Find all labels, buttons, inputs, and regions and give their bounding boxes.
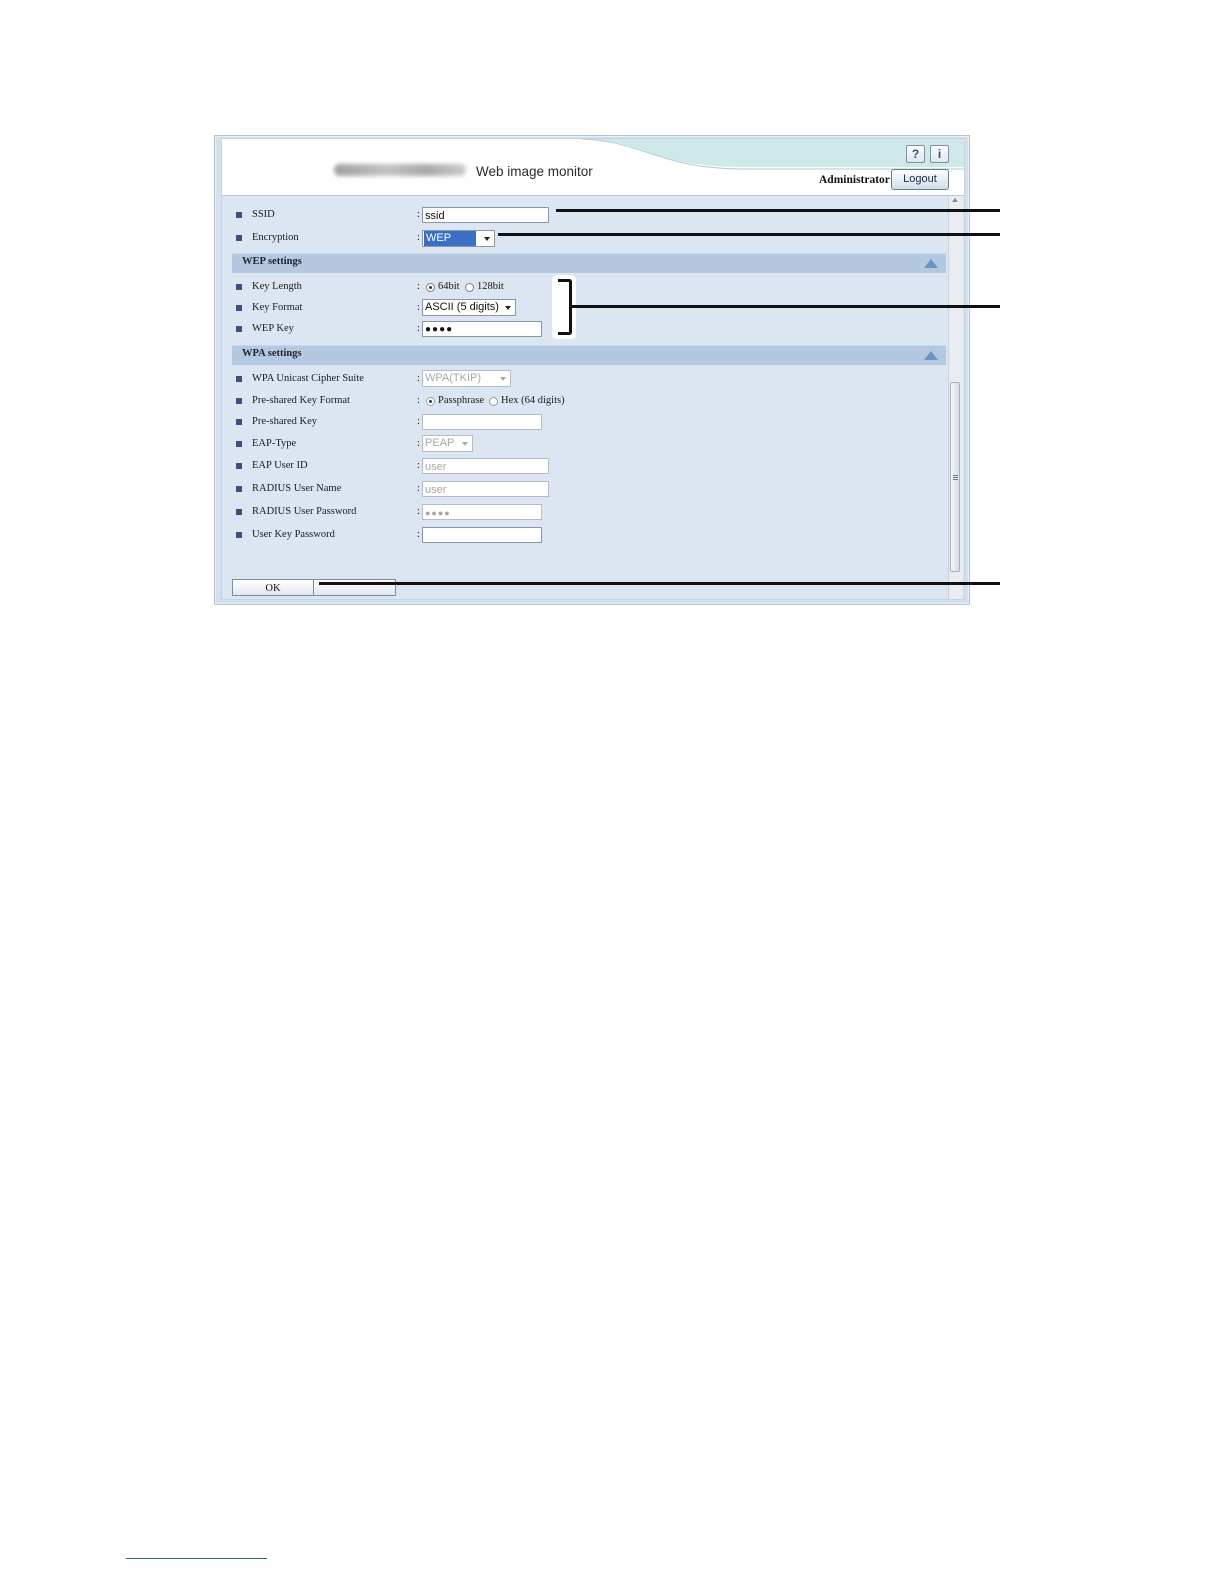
psk-format-passphrase-label: Passphrase [438,395,485,406]
wpa-settings-title: WPA settings [242,348,302,359]
psk-input[interactable] [422,414,542,430]
radius-user-name-input[interactable]: user [422,481,549,497]
encryption-select[interactable]: WEP [422,230,495,247]
eap-user-id-label: EAP User ID [252,460,308,471]
radius-user-password-label: RADIUS User Password [252,506,357,517]
psk-label: Pre-shared Key [252,416,318,427]
bullet-icon [236,441,242,447]
wep-key-label: WEP Key [252,323,294,334]
ok-button[interactable]: OK [232,579,314,596]
key-format-select[interactable]: ASCII (5 digits) [422,299,516,316]
user-role-label: Administrator [819,174,890,186]
scroll-up-arrow-icon[interactable] [952,198,958,202]
colon: : [417,416,420,427]
colon: : [417,209,420,220]
psk-format-hex-radio[interactable] [489,397,498,406]
logout-button[interactable]: Logout [891,169,949,190]
screenshot-window: Web image monitor ? i Administrator Logo… [214,135,970,605]
colon: : [417,373,420,384]
chevron-down-icon [462,442,468,446]
bullet-icon [236,463,242,469]
key-length-64bit-label: 64bit [438,281,460,292]
wep-settings-header[interactable]: WEP settings [232,253,946,273]
footnote-rule [126,1558,267,1559]
bullet-icon [236,486,242,492]
colon: : [417,323,420,334]
scrollbar-thumb[interactable] [950,382,960,572]
colon: : [417,395,420,406]
key-length-128bit-radio[interactable] [465,283,474,292]
chevron-down-icon [500,377,506,381]
page-header: Web image monitor ? i Administrator Logo… [222,139,964,196]
colon: : [417,460,420,471]
bullet-icon [236,326,242,332]
grip-icon [953,475,958,476]
bullet-icon [236,212,242,218]
bullet-icon [236,398,242,404]
psk-format-hex-label: Hex (64 digits) [501,395,565,406]
header-swoosh-graphic [581,139,964,170]
colon: : [417,529,420,540]
bullet-icon [236,305,242,311]
chevron-down-icon [505,306,511,310]
bullet-icon [236,284,242,290]
key-length-64bit-radio[interactable] [426,283,435,292]
eap-type-label: EAP-Type [252,438,297,449]
info-icon[interactable]: i [930,145,949,163]
colon: : [417,438,420,449]
cipher-suite-selected-value: WPA(TKIP) [425,372,482,384]
key-length-label: Key Length [252,281,302,292]
bullet-icon [236,509,242,515]
collapse-triangle-icon[interactable] [924,259,938,268]
colon: : [417,232,420,243]
radius-user-password-input[interactable]: ●●●● [422,504,542,520]
bullet-icon [236,235,242,241]
settings-form: SSID : ssid Encryption : WEP WEP setting… [222,196,949,599]
cipher-suite-label: WPA Unicast Cipher Suite [252,373,364,384]
radius-user-name-label: RADIUS User Name [252,483,342,494]
ssid-input[interactable]: ssid [422,207,549,223]
product-name-blurred [334,164,466,176]
colon: : [417,506,420,517]
wpa-settings-header[interactable]: WPA settings [232,345,946,365]
bullet-icon [236,532,242,538]
colon: : [417,483,420,494]
encryption-label: Encryption [252,232,299,243]
bullet-icon [236,419,242,425]
callout-line-2 [498,233,1000,236]
callout-bracket-3 [558,279,572,335]
psk-format-passphrase-radio[interactable] [426,397,435,406]
colon: : [417,302,420,313]
chevron-down-icon [484,237,490,241]
key-format-label: Key Format [252,302,303,313]
user-key-password-label: User Key Password [252,529,335,540]
wep-settings-title: WEP settings [242,256,302,267]
eap-type-selected-value: PEAP [425,437,455,449]
ssid-label: SSID [252,209,275,220]
key-length-128bit-label: 128bit [477,281,504,292]
psk-format-label: Pre-shared Key Format [252,395,350,406]
collapse-triangle-icon[interactable] [924,351,938,360]
help-icon[interactable]: ? [906,145,925,163]
callout-line-4 [319,582,1000,585]
encryption-selected-value: WEP [424,231,476,246]
callout-line-3 [572,305,1000,308]
wep-key-input[interactable]: ●●●● [422,321,542,337]
app-title: Web image monitor [476,164,593,179]
key-format-selected-value: ASCII (5 digits) [425,301,499,313]
callout-line-1 [556,209,1000,212]
cipher-suite-select[interactable]: WPA(TKIP) [422,370,511,387]
bullet-icon [236,376,242,382]
colon: : [417,281,420,292]
eap-user-id-input[interactable]: user [422,458,549,474]
user-key-password-input[interactable] [422,527,542,543]
eap-type-select[interactable]: PEAP [422,435,473,452]
web-image-monitor-page: Web image monitor ? i Administrator Logo… [221,138,965,600]
